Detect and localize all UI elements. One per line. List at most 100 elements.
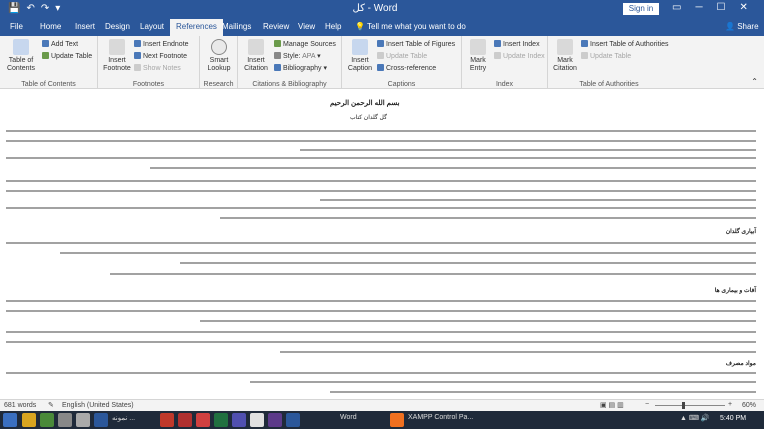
collapse-ribbon-icon[interactable]: ⌃ — [751, 77, 758, 86]
update-toa-button[interactable]: Update Table — [581, 52, 631, 60]
mark-entry-button[interactable]: Mark Entry — [465, 39, 491, 73]
document-area[interactable]: بسم الله الرحمن الرحیم گل گلدان کتاب آبی… — [0, 89, 764, 399]
taskbar: نمونه ... Word XAMPP Control Pa... ▲ ⌨ 🔊… — [0, 411, 764, 429]
word-icon[interactable] — [94, 413, 108, 427]
tab-references[interactable]: References — [170, 19, 223, 36]
tab-help[interactable]: Help — [325, 22, 341, 31]
word-active-icon[interactable] — [286, 413, 300, 427]
toc-icon — [13, 39, 29, 55]
app-icon-2[interactable] — [58, 413, 72, 427]
powerpoint-icon[interactable] — [196, 413, 210, 427]
tell-me-box[interactable]: 💡 Tell me what you want to do — [355, 22, 466, 31]
update-table-button[interactable]: Update Table — [42, 52, 92, 60]
insert-index-icon — [494, 40, 501, 47]
toa-icon — [581, 40, 588, 47]
zoom-slider-thumb[interactable] — [682, 402, 685, 409]
taskbar-item-3[interactable]: XAMPP Control Pa... — [408, 414, 473, 421]
tab-review[interactable]: Review — [263, 22, 289, 31]
share-button[interactable]: 👤 Share — [725, 22, 759, 31]
window-controls[interactable]: ▭─☐✕ — [672, 2, 762, 13]
citation-icon — [248, 39, 264, 55]
mark-citation-button[interactable]: Mark Citation — [551, 39, 579, 73]
update-icon — [42, 52, 49, 59]
style-select[interactable]: Style: APA ▾ — [274, 52, 321, 60]
next-footnote-button[interactable]: Next Footnote — [134, 52, 187, 60]
add-text-button[interactable]: Add Text — [42, 40, 78, 48]
cross-reference-button[interactable]: Cross-reference — [377, 64, 436, 72]
mark-citation-icon — [557, 39, 573, 55]
update-icon — [494, 52, 501, 59]
start-button[interactable] — [3, 413, 17, 427]
insert-citation-button[interactable]: Insert Citation — [241, 39, 271, 73]
tab-design[interactable]: Design — [105, 22, 130, 31]
status-bar: 681 words ✎ English (United States) ▣ ▤ … — [0, 399, 764, 411]
excel-icon[interactable] — [214, 413, 228, 427]
window-title: کل - Word — [352, 3, 398, 14]
group-toa: Mark Citation Insert Table of Authoritie… — [548, 36, 670, 89]
insert-table-of-figures-button[interactable]: Insert Table of Figures — [377, 40, 455, 48]
zoom-in-button[interactable]: + — [728, 401, 732, 408]
tab-view[interactable]: View — [298, 22, 315, 31]
explorer-icon[interactable] — [22, 413, 36, 427]
app-icon-4[interactable] — [160, 413, 174, 427]
word-count[interactable]: 681 words — [4, 402, 36, 409]
show-notes-button[interactable]: Show Notes — [134, 64, 181, 72]
group-citations: Insert Citation Manage Sources Style: AP… — [238, 36, 342, 89]
app-icon-8[interactable] — [268, 413, 282, 427]
cross-reference-icon — [377, 64, 384, 71]
lightbulb-icon: 💡 — [355, 22, 368, 31]
clock: 5:40 PM — [720, 415, 747, 422]
tab-file[interactable]: File — [10, 22, 23, 31]
insert-footnote-button[interactable]: Insert Footnote — [102, 39, 132, 73]
section-heading-2: آفات و بیماری ها — [714, 288, 756, 294]
zoom-slider[interactable] — [655, 405, 725, 406]
insert-endnote-button[interactable]: Insert Endnote — [134, 40, 189, 48]
zoom-out-button[interactable]: − — [645, 401, 649, 408]
group-index: Mark Entry Insert Index Update Index Ind… — [462, 36, 548, 89]
insert-caption-button[interactable]: Insert Caption — [345, 39, 375, 73]
section-heading-3: مواد مصرف — [725, 361, 756, 367]
table-of-contents-button[interactable]: Table of Contents — [4, 39, 38, 73]
section-heading-1: آبیاری گلدان — [725, 229, 756, 235]
tab-insert[interactable]: Insert — [75, 22, 95, 31]
app-icon-7[interactable] — [250, 413, 264, 427]
basmala-heading: بسم الله الرحمن الرحیم — [330, 100, 400, 107]
taskbar-item-2[interactable]: Word — [340, 414, 357, 421]
tab-home[interactable]: Home — [40, 22, 61, 31]
taskbar-item-1[interactable]: نمونه ... — [112, 414, 135, 422]
manage-sources-icon — [274, 40, 281, 47]
update-icon — [581, 52, 588, 59]
tab-mailings[interactable]: Mailings — [222, 22, 251, 31]
sign-in-button[interactable]: Sign in — [623, 3, 659, 15]
ribbon: Table of Contents Add Text Update Table … — [0, 36, 764, 89]
group-captions: Insert Caption Insert Table of Figures U… — [342, 36, 462, 89]
bibliography-button[interactable]: Bibliography ▾ — [274, 64, 327, 72]
endnote-icon — [134, 40, 141, 47]
app-icon-5[interactable] — [178, 413, 192, 427]
xampp-icon[interactable] — [390, 413, 404, 427]
document-page[interactable]: بسم الله الرحمن الرحیم گل گلدان کتاب آبی… — [0, 89, 764, 399]
zoom-level[interactable]: 60% — [742, 402, 756, 409]
proofing-icon[interactable]: ✎ — [48, 401, 54, 409]
update-index-button[interactable]: Update Index — [494, 52, 545, 60]
caption-icon — [352, 39, 368, 55]
insert-toa-button[interactable]: Insert Table of Authorities — [581, 40, 668, 48]
app-icon[interactable] — [40, 413, 54, 427]
group-footnotes: Insert Footnote Insert Endnote Next Foot… — [98, 36, 200, 89]
add-text-icon — [42, 40, 49, 47]
app-icon-6[interactable] — [232, 413, 246, 427]
show-notes-icon — [134, 64, 141, 71]
smart-lookup-icon — [211, 39, 227, 55]
system-tray-icons[interactable]: ▲ ⌨ 🔊 — [680, 414, 710, 422]
manage-sources-button[interactable]: Manage Sources — [274, 40, 336, 48]
view-buttons[interactable]: ▣ ▤ ▥ — [600, 401, 624, 409]
group-toc: Table of Contents Add Text Update Table … — [0, 36, 98, 89]
smart-lookup-button[interactable]: Smart Lookup — [204, 39, 234, 73]
update-table-figures-button[interactable]: Update Table — [377, 52, 427, 60]
language-indicator[interactable]: English (United States) — [62, 402, 134, 409]
app-icon-3[interactable] — [76, 413, 90, 427]
quick-access-toolbar[interactable]: 💾↶↷▾ — [8, 3, 66, 14]
insert-index-button[interactable]: Insert Index — [494, 40, 540, 48]
tab-layout[interactable]: Layout — [140, 22, 164, 31]
group-research: Smart Lookup Research — [200, 36, 238, 89]
